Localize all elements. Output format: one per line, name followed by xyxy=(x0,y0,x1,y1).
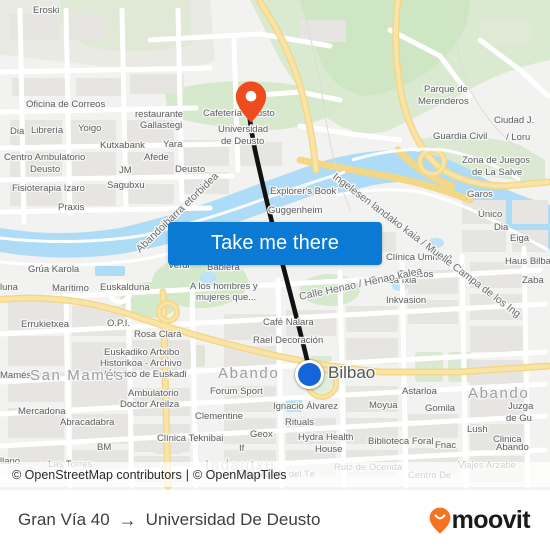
take-me-there-button[interactable]: Take me there xyxy=(168,222,382,265)
map-area-label: San Mamés xyxy=(30,367,124,384)
map-label: Café Nalara xyxy=(263,317,314,328)
map-label: Eiga xyxy=(510,233,530,244)
map-label: BM xyxy=(97,442,111,453)
map-label: Gallastegi xyxy=(140,120,182,131)
map-label: Inkvasion xyxy=(386,295,426,306)
map-label: Yoigo xyxy=(78,123,101,134)
map-label: JM xyxy=(119,165,132,176)
map-label: Gomila xyxy=(425,403,456,414)
route-origin-label: Gran Vía 40 xyxy=(18,510,110,529)
map-label: Oficina de Correos xyxy=(26,99,105,110)
map-pin-icon xyxy=(235,81,267,123)
route-summary: Gran Vía 40 → Universidad De Deusto xyxy=(18,510,429,531)
map-label: Explorer's Book xyxy=(270,186,336,197)
map-label: de Deusto xyxy=(221,136,264,147)
map-label: Rituals xyxy=(285,417,314,428)
map-label: de La Salve xyxy=(472,167,522,178)
map-label: Errukietxea xyxy=(21,319,70,330)
map-label: Clementine xyxy=(195,411,243,422)
route-destination-label: Universidad De Deusto xyxy=(145,510,321,529)
map-label: Euskadiko Artxibo xyxy=(104,347,180,358)
map-label: Clínica Teknibai xyxy=(157,433,223,444)
map-label: Dia xyxy=(10,126,25,137)
map-area-label: Abando xyxy=(218,365,279,382)
map-label: Ciudad J. xyxy=(494,115,534,126)
map-label: Mercadona xyxy=(18,406,66,417)
map-label: Afede xyxy=(144,152,169,163)
map-label: Único xyxy=(478,209,502,220)
map-label: de Gu xyxy=(506,413,532,424)
map-label: Biblioteca Foral xyxy=(368,436,433,447)
moovit-logo[interactable]: moovit xyxy=(429,505,531,534)
map-label: Marítimo xyxy=(52,283,89,294)
moovit-pin-smile-icon xyxy=(429,507,451,534)
map-label: Forum Sport xyxy=(210,386,263,397)
map-canvas[interactable]: Eroski Oficina de Correos restaurante Galla… xyxy=(0,0,550,490)
map-label: Haus Bilbao xyxy=(505,256,550,267)
map-label: Universidad xyxy=(218,124,268,135)
destination-marker[interactable] xyxy=(234,80,268,124)
map-label: Guggenheim xyxy=(268,205,322,216)
map-label: Juzga xyxy=(508,401,534,412)
map-label: Mamés xyxy=(0,370,31,381)
map-label: Praxis xyxy=(58,202,85,213)
map-label: Moyua xyxy=(369,400,398,411)
map-label: Abracadabra xyxy=(60,417,115,428)
moovit-route-screen: Eroski Oficina de Correos restaurante Galla… xyxy=(0,0,550,550)
map-label: Deusto xyxy=(175,164,205,175)
map-label: Euskalduna xyxy=(100,282,150,293)
map-label: Kutxabank xyxy=(100,140,145,151)
map-label: Eroski xyxy=(33,5,59,16)
map-label: luna xyxy=(0,282,19,293)
map-label: Clinica xyxy=(493,434,522,445)
map-label: Lush xyxy=(467,424,488,435)
map-label: If xyxy=(239,443,245,454)
map-label: / Loru xyxy=(506,132,530,143)
map-label: Rael Decoración xyxy=(253,335,323,346)
map-label: Geox xyxy=(250,429,273,440)
map-label: Fnac xyxy=(435,440,456,451)
footer-bar: Gran Vía 40 → Universidad De Deusto moov… xyxy=(0,490,550,550)
origin-marker[interactable] xyxy=(295,360,324,389)
map-label: Grúa Karola xyxy=(28,264,80,275)
map-label: restaurante xyxy=(135,109,183,120)
map-label: Garos xyxy=(467,189,493,200)
arrow-right-icon: → xyxy=(118,509,137,530)
map-label: Zona de Juegos xyxy=(462,155,530,166)
map-area-label: Abando xyxy=(468,385,529,402)
map-label: Guardia Civil xyxy=(433,131,487,142)
map-label: Astarloa xyxy=(402,386,438,397)
map-label: Ambulatorio xyxy=(128,388,179,399)
map-label: Dia xyxy=(494,222,509,233)
map-label: Hydra Health xyxy=(298,432,353,443)
map-label: Parque de xyxy=(424,84,468,95)
map-label: Centro Ambulatorio xyxy=(4,152,85,163)
attribution-openmaptiles[interactable]: © OpenMapTiles xyxy=(193,468,287,482)
map-area-label: Bilbao xyxy=(328,363,375,382)
map-label: Rosa Clará xyxy=(134,329,182,340)
map-label: Fisioterapia Izaro xyxy=(12,183,85,194)
map-label: A los hombres y xyxy=(190,281,258,292)
map-attribution: © OpenStreetMap contributors | © OpenMap… xyxy=(0,462,550,487)
map-label: Librería xyxy=(31,125,64,136)
map-label: Merenderos xyxy=(418,96,469,107)
map-label: House xyxy=(315,444,342,455)
map-label: Doctor Areilza xyxy=(120,399,180,410)
attribution-separator: | xyxy=(185,467,189,482)
map-label: O.P.I. xyxy=(107,318,130,329)
map-label: mujeres que... xyxy=(196,292,256,303)
map-label: Yara xyxy=(163,139,183,150)
attribution-osm[interactable]: © OpenStreetMap contributors xyxy=(12,468,182,482)
map-label: Deusto xyxy=(30,164,60,175)
map-label: Ignacio Álvarez xyxy=(273,401,338,412)
moovit-wordmark: moovit xyxy=(451,505,531,534)
map-label: Sagubxu xyxy=(107,180,145,191)
map-label: Zaba xyxy=(522,275,544,286)
